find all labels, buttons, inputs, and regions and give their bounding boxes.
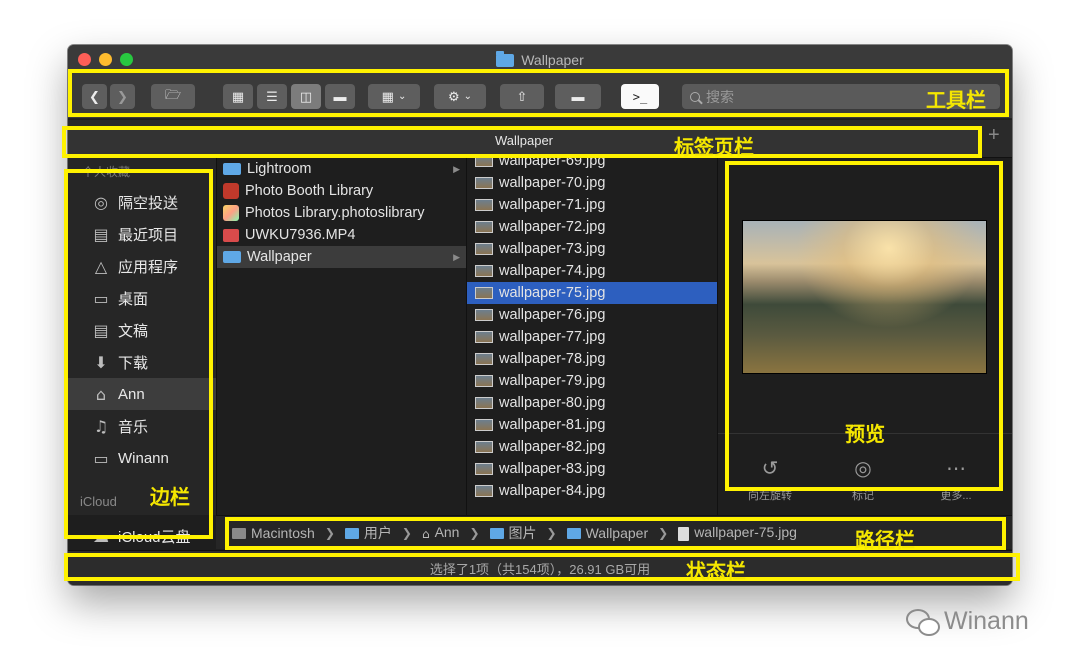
item-name: Photos Library.photoslibrary [245, 205, 425, 221]
image-thumbnail-icon [475, 309, 493, 321]
file-name: wallpaper-69.jpg [499, 158, 606, 169]
photo-booth-icon [223, 183, 239, 199]
image-thumbnail-icon [475, 221, 493, 233]
file-row[interactable]: wallpaper-70.jpg [467, 172, 717, 194]
annotation-label-toolbar: 工具栏 [926, 88, 986, 112]
file-row[interactable]: wallpaper-80.jpg [467, 392, 717, 414]
annotation-label-pathbar: 路径栏 [855, 528, 915, 552]
file-name: wallpaper-81.jpg [499, 417, 606, 433]
list-item[interactable]: UWKU7936.MP4 [217, 224, 466, 246]
image-thumbnail-icon [475, 243, 493, 255]
file-row[interactable]: wallpaper-69.jpg [467, 158, 717, 172]
window-title: Wallpaper [521, 52, 584, 68]
image-thumbnail-icon [475, 375, 493, 387]
file-name: wallpaper-83.jpg [499, 461, 606, 477]
file-name: wallpaper-74.jpg [499, 263, 606, 279]
add-tab-button[interactable]: + [988, 124, 1000, 147]
annotation-box-sidebar [64, 169, 213, 539]
file-name: wallpaper-80.jpg [499, 395, 606, 411]
item-name: Wallpaper [247, 249, 312, 265]
file-name: wallpaper-73.jpg [499, 241, 606, 257]
window-title-wrap: Wallpaper [496, 50, 584, 68]
folder-icon [496, 50, 515, 67]
photos-library-icon [223, 205, 239, 221]
file-name: wallpaper-77.jpg [499, 329, 606, 345]
annotation-box-toolbar [68, 69, 1009, 117]
file-row[interactable]: wallpaper-73.jpg [467, 238, 717, 260]
watermark: Winann [906, 607, 1029, 636]
file-name: wallpaper-82.jpg [499, 439, 606, 455]
file-row-selected[interactable]: wallpaper-75.jpg [467, 282, 717, 304]
file-row[interactable]: wallpaper-71.jpg [467, 194, 717, 216]
item-name: UWKU7936.MP4 [245, 227, 356, 243]
image-thumbnail-icon [475, 331, 493, 343]
file-name: wallpaper-84.jpg [499, 483, 606, 499]
list-item[interactable]: Lightroom ▶ [217, 158, 466, 180]
image-thumbnail-icon [475, 287, 493, 299]
wechat-icon [906, 608, 940, 636]
file-row[interactable]: wallpaper-74.jpg [467, 260, 717, 282]
file-row[interactable]: wallpaper-78.jpg [467, 348, 717, 370]
image-thumbnail-icon [475, 485, 493, 497]
file-row[interactable]: wallpaper-82.jpg [467, 436, 717, 458]
list-item-selected[interactable]: Wallpaper ▶ [217, 246, 466, 268]
file-name: wallpaper-70.jpg [499, 175, 606, 191]
file-name: wallpaper-78.jpg [499, 351, 606, 367]
image-thumbnail-icon [475, 463, 493, 475]
column-wallpaper: wallpaper-69.jpg wallpaper-70.jpg wallpa… [466, 158, 717, 515]
image-thumbnail-icon [475, 265, 493, 277]
image-thumbnail-icon [475, 419, 493, 431]
item-name: Lightroom [247, 161, 312, 177]
file-row[interactable]: wallpaper-81.jpg [467, 414, 717, 436]
folder-icon [223, 251, 241, 263]
file-row[interactable]: wallpaper-77.jpg [467, 326, 717, 348]
annotation-label-tabbar: 标签页栏 [674, 135, 754, 159]
minimize-button[interactable] [99, 53, 112, 66]
item-name: Photo Booth Library [245, 183, 374, 199]
file-row[interactable]: wallpaper-79.jpg [467, 370, 717, 392]
image-thumbnail-icon [475, 199, 493, 211]
watermark-text: Winann [944, 607, 1029, 635]
file-name: wallpaper-71.jpg [499, 197, 606, 213]
disclosure-arrow-icon: ▶ [453, 251, 460, 262]
folder-icon [223, 163, 241, 175]
file-name: wallpaper-79.jpg [499, 373, 606, 389]
close-button[interactable] [78, 53, 91, 66]
image-thumbnail-icon [475, 441, 493, 453]
movie-file-icon [223, 228, 239, 242]
disclosure-arrow-icon: ▶ [453, 163, 460, 174]
image-thumbnail-icon [475, 397, 493, 409]
file-name: wallpaper-75.jpg [499, 285, 606, 301]
list-item[interactable]: Photos Library.photoslibrary [217, 202, 466, 224]
annotation-box-tabbar [62, 126, 982, 158]
column-home: Lightroom ▶ Photo Booth Library Photos L… [216, 158, 466, 515]
image-thumbnail-icon [475, 177, 493, 189]
traffic-lights [78, 53, 133, 66]
annotation-box-statusbar [64, 553, 1020, 581]
file-row[interactable]: wallpaper-84.jpg [467, 480, 717, 502]
file-row[interactable]: wallpaper-72.jpg [467, 216, 717, 238]
annotation-label-sidebar: 边栏 [150, 485, 190, 509]
file-row[interactable]: wallpaper-76.jpg [467, 304, 717, 326]
annotation-label-preview: 预览 [845, 422, 885, 446]
zoom-button[interactable] [120, 53, 133, 66]
image-thumbnail-icon [475, 353, 493, 365]
image-thumbnail-icon [475, 158, 493, 167]
list-item[interactable]: Photo Booth Library [217, 180, 466, 202]
file-name: wallpaper-76.jpg [499, 307, 606, 323]
file-name: wallpaper-72.jpg [499, 219, 606, 235]
file-row[interactable]: wallpaper-83.jpg [467, 458, 717, 480]
annotation-label-statusbar: 状态栏 [686, 559, 746, 583]
